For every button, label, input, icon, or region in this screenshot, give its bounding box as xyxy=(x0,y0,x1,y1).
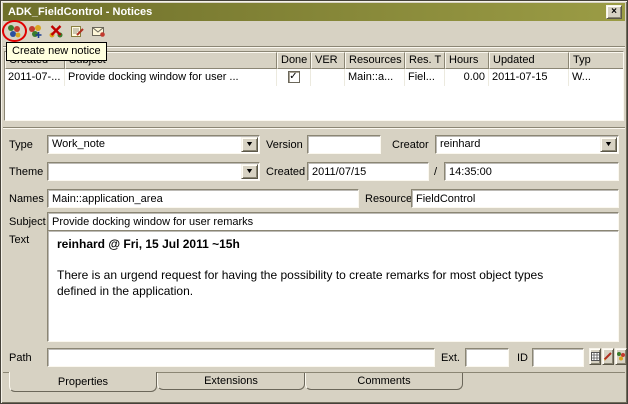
column-header-ver[interactable]: VER xyxy=(311,52,345,69)
create-new-notice-button[interactable] xyxy=(5,23,23,41)
created-label: Created xyxy=(266,166,305,178)
theme-dropdown-button[interactable]: ▼ xyxy=(241,164,258,179)
path-input[interactable] xyxy=(47,348,435,367)
subject-input[interactable] xyxy=(47,212,619,231)
delete-notice-button[interactable] xyxy=(47,23,65,41)
cell-res-type: Fiel... xyxy=(405,69,445,86)
creator-label: Creator xyxy=(392,139,429,151)
toolbar xyxy=(5,23,107,43)
chevron-down-icon: ▼ xyxy=(604,141,613,148)
notice-lookup-button[interactable] xyxy=(615,348,627,365)
table-row[interactable]: 2011-07-... Provide docking window for u… xyxy=(5,69,623,86)
cell-done: ✓ xyxy=(277,69,311,86)
notices-grid: Created Subject Done VER Resources Res. … xyxy=(4,51,624,121)
column-header-res-type[interactable]: Res. T xyxy=(405,52,445,69)
ext-input[interactable] xyxy=(465,348,509,367)
edit-note-icon xyxy=(69,23,85,42)
path-label: Path xyxy=(9,352,32,364)
column-header-resources[interactable]: Resources xyxy=(345,52,405,69)
tab-extensions-label: Extensions xyxy=(204,375,258,387)
column-header-done[interactable]: Done xyxy=(277,52,311,69)
tab-comments-label: Comments xyxy=(357,375,410,387)
resource-label: Resource xyxy=(365,193,412,205)
chevron-down-icon: ▼ xyxy=(245,168,254,175)
pencil-icon xyxy=(603,349,613,364)
title-bar: ADK_FieldControl - Notices × xyxy=(3,3,625,21)
new-sub-notice-icon xyxy=(27,23,43,42)
cell-created: 2011-07-... xyxy=(5,69,65,86)
version-label: Version xyxy=(266,139,303,151)
created-date-input[interactable] xyxy=(307,162,429,181)
resource-input[interactable] xyxy=(411,189,619,208)
type-select[interactable]: Work_note ▼ xyxy=(47,135,260,154)
mail-icon xyxy=(90,23,106,42)
column-header-typ[interactable]: Typ xyxy=(569,52,623,69)
type-dropdown-button[interactable]: ▼ xyxy=(241,137,258,152)
grid-icon xyxy=(591,349,600,364)
send-notice-button[interactable] xyxy=(89,23,107,41)
theme-value xyxy=(48,163,240,180)
text-editor[interactable]: reinhard @ Fri, 15 Jul 2011 ~15h There i… xyxy=(47,230,619,342)
tab-properties[interactable]: Properties xyxy=(9,372,157,392)
names-input[interactable] xyxy=(47,189,359,208)
creator-value: reinhard xyxy=(436,136,599,153)
column-header-hours[interactable]: Hours xyxy=(445,52,489,69)
column-header-updated[interactable]: Updated xyxy=(489,52,569,69)
dots-icon xyxy=(616,349,626,364)
tooltip: Create new notice xyxy=(6,42,107,61)
id-input[interactable] xyxy=(532,348,584,367)
edit-path-button[interactable] xyxy=(602,348,614,365)
creator-select[interactable]: reinhard ▼ xyxy=(435,135,619,154)
theme-label: Theme xyxy=(9,166,43,178)
cell-typ: W... xyxy=(569,69,623,86)
subject-label: Subject xyxy=(9,216,46,228)
creator-dropdown-button[interactable]: ▼ xyxy=(600,137,617,152)
text-entry-header: reinhard @ Fri, 15 Jul 2011 ~15h xyxy=(57,237,609,251)
cell-subject: Provide docking window for user ... xyxy=(65,69,277,86)
type-value: Work_note xyxy=(48,136,240,153)
theme-select[interactable]: ▼ xyxy=(47,162,260,181)
cell-resources: Main::a... xyxy=(345,69,405,86)
id-label: ID xyxy=(517,352,528,364)
cell-hours: 0.00 xyxy=(445,69,489,86)
tab-comments[interactable]: Comments xyxy=(305,373,463,390)
ext-label: Ext. xyxy=(441,352,460,364)
tab-properties-label: Properties xyxy=(58,376,108,388)
delete-icon xyxy=(48,23,64,42)
notices-window: ADK_FieldControl - Notices × xyxy=(0,0,628,404)
new-notice-icon xyxy=(6,23,22,42)
names-label: Names xyxy=(9,193,44,205)
cell-ver xyxy=(311,69,345,86)
text-entry-body: There is an urgend request for having th… xyxy=(57,267,581,299)
open-path-button[interactable] xyxy=(589,348,601,365)
close-button[interactable]: × xyxy=(606,5,622,19)
done-checkbox[interactable]: ✓ xyxy=(288,71,300,83)
create-sub-notice-button[interactable] xyxy=(26,23,44,41)
type-label: Type xyxy=(9,139,33,151)
window-title: ADK_FieldControl - Notices xyxy=(8,6,606,18)
date-time-separator: / xyxy=(434,166,437,178)
tab-extensions[interactable]: Extensions xyxy=(157,373,305,390)
check-icon: ✓ xyxy=(289,72,297,82)
text-label: Text xyxy=(9,234,29,246)
cell-updated: 2011-07-15 xyxy=(489,69,569,86)
edit-notice-button[interactable] xyxy=(68,23,86,41)
created-time-input[interactable] xyxy=(444,162,619,181)
version-input[interactable] xyxy=(307,135,381,154)
grid-form-separator xyxy=(3,127,625,129)
chevron-down-icon: ▼ xyxy=(245,141,254,148)
close-icon: × xyxy=(611,7,617,17)
